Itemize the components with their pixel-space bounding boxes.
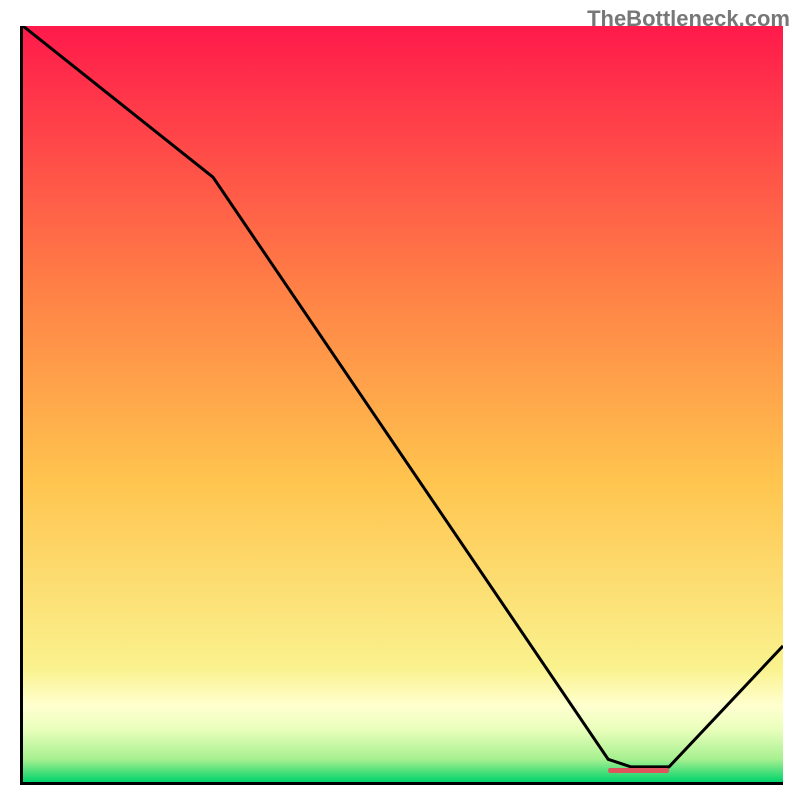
chart-svg [23, 26, 783, 782]
watermark-text: TheBottleneck.com [587, 6, 790, 32]
gradient-background [23, 26, 783, 782]
optimum-marker [608, 768, 669, 773]
chart-plot-area [20, 26, 783, 785]
